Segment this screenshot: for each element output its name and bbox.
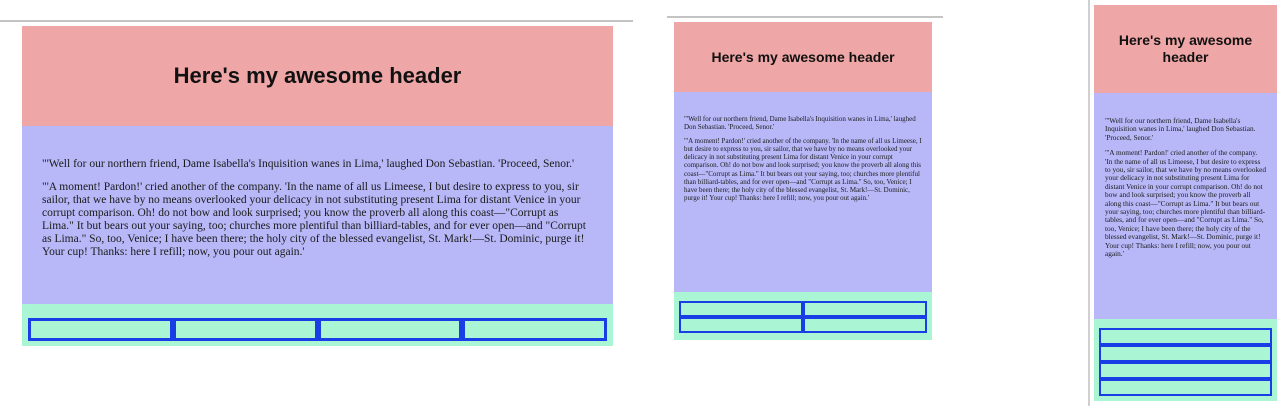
footer-grid <box>1099 328 1272 396</box>
footer-cell <box>1099 345 1272 362</box>
medium-layout-preview: Here's my awesome header "'Well for our … <box>674 22 932 340</box>
footer-cell <box>1099 362 1272 379</box>
content-area: "'Well for our northern friend, Dame Isa… <box>1094 93 1277 319</box>
footer-cell <box>317 318 463 341</box>
narrow-layout-preview: Here's my awesome header "'Well for our … <box>1094 5 1277 401</box>
footer-cell <box>462 318 607 341</box>
right-panel-divider <box>1088 0 1090 406</box>
top-divider-middle <box>667 16 943 18</box>
footer-cell <box>679 317 803 333</box>
content-paragraph-2: "'A moment! Pardon!' cried another of th… <box>42 181 586 258</box>
content-paragraph-2: "'A moment! Pardon!' cried another of th… <box>1105 148 1267 259</box>
footer-cell <box>28 318 173 341</box>
top-divider-left <box>0 20 633 22</box>
page-header: Here's my awesome header <box>22 26 613 126</box>
footer-cell <box>172 318 318 341</box>
footer-grid <box>679 301 927 333</box>
footer-cell <box>803 301 927 318</box>
footer <box>22 304 613 346</box>
footer-grid <box>28 318 607 341</box>
footer-cell <box>679 301 803 318</box>
content-area: "'Well for our northern friend, Dame Isa… <box>674 91 932 293</box>
header-title: Here's my awesome header <box>711 48 895 65</box>
footer-cell <box>1099 328 1272 345</box>
footer-cell <box>1099 379 1272 396</box>
footer <box>674 292 932 340</box>
wide-layout-preview: Here's my awesome header "'Well for our … <box>22 26 613 346</box>
footer <box>1094 319 1277 401</box>
content-area: "'Well for our northern friend, Dame Isa… <box>22 126 613 304</box>
header-title: Here's my awesome header <box>1118 32 1253 65</box>
content-paragraph-1: "'Well for our northern friend, Dame Isa… <box>42 158 575 170</box>
content-paragraph-1: "'Well for our northern friend, Dame Isa… <box>1105 116 1256 142</box>
page-header: Here's my awesome header <box>1094 5 1277 93</box>
content-paragraph-2: "'A moment! Pardon!' cried another of th… <box>684 137 922 202</box>
page-header: Here's my awesome header <box>674 22 932 92</box>
footer-cell <box>803 317 927 333</box>
content-paragraph-1: "'Well for our northern friend, Dame Isa… <box>684 114 916 132</box>
header-title: Here's my awesome header <box>173 63 462 88</box>
